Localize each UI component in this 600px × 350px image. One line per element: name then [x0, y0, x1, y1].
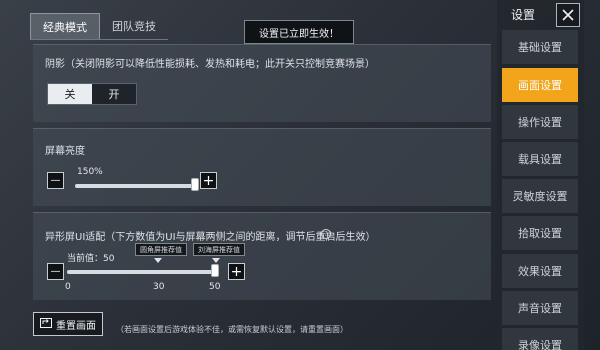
notch-tick-max: 50 — [209, 282, 221, 292]
brightness-label: 屏幕亮度 — [45, 146, 85, 157]
tab-classic-mode[interactable]: 经典模式 — [30, 13, 100, 39]
close-button[interactable] — [556, 3, 580, 27]
notch-tick-mid: 30 — [153, 282, 165, 292]
notch-screen-marker-icon — [212, 258, 220, 263]
sidebar-item-effects[interactable]: 效果设置 — [502, 254, 578, 288]
rounded-screen-recommend-label: 圆角屏推荐值 — [135, 243, 187, 256]
brightness-increase-button[interactable]: + — [200, 172, 217, 189]
notch-slider-track[interactable] — [67, 270, 215, 274]
shadow-toggle: 关 开 — [47, 83, 137, 105]
notch-slider-thumb[interactable] — [211, 264, 219, 277]
notch-decrease-button[interactable]: — — [47, 263, 64, 280]
shadow-label: 阴影（关闭阴影可以降低性能损耗、发热和耗电；此开关只控制竞赛场景） — [45, 59, 375, 70]
notch-slider-fill — [67, 270, 215, 274]
settings-screen: 经典模式 团队竞技 设置已立即生效！ 阴影（关闭阴影可以降低性能损耗、发热和耗电… — [0, 0, 600, 350]
plus-icon: + — [202, 172, 215, 189]
reset-display-button[interactable]: 重置画面 — [33, 312, 103, 336]
reset-icon — [40, 317, 52, 331]
brightness-slider-track[interactable] — [75, 184, 197, 188]
notch-tick-min: 0 — [65, 282, 71, 292]
close-icon — [562, 9, 574, 21]
sidebar-item-sensitivity[interactable]: 灵敏度设置 — [502, 179, 578, 213]
shadow-on-option[interactable]: 开 — [92, 84, 136, 104]
notch-adaptation-panel: 异形屏UI适配（下方数值为UI与屏幕两侧之间的距离，调节后重启后生效） ? 当前… — [33, 212, 491, 300]
notch-current-value: 当前值：50 — [67, 254, 115, 264]
brightness-value: 150% — [77, 167, 103, 177]
reset-display-label: 重置画面 — [56, 320, 96, 332]
shadow-panel: 阴影（关闭阴影可以降低性能损耗、发热和耗电；此开关只控制竞赛场景） 关 开 — [33, 44, 491, 122]
reset-note: （若画面设置后游戏体验不佳，或需恢复默认设置，请重置画面） — [116, 325, 348, 334]
minus-icon: — — [50, 174, 61, 186]
sidebar-item-sound[interactable]: 声音设置 — [502, 291, 578, 325]
sidebar-item-basic[interactable]: 基础设置 — [502, 30, 578, 64]
mode-tabs: 经典模式 团队竞技 — [30, 8, 168, 40]
sidebar-item-display[interactable]: 画面设置 — [502, 68, 578, 102]
minus-icon: — — [50, 265, 61, 277]
rounded-screen-marker-icon — [154, 258, 162, 263]
brightness-slider-thumb[interactable] — [190, 178, 199, 191]
brightness-panel: 屏幕亮度 150% — + — [33, 128, 491, 206]
shadow-off-option[interactable]: 关 — [48, 84, 92, 104]
sidebar-item-pickup[interactable]: 拾取设置 — [502, 216, 578, 250]
brightness-slider-fill — [75, 184, 195, 188]
tab-team-battle[interactable]: 团队竞技 — [100, 13, 168, 39]
brightness-decrease-button[interactable]: — — [47, 172, 64, 189]
sidebar-item-vehicle[interactable]: 载具设置 — [502, 142, 578, 176]
notch-screen-recommend-label: 刘海屏推荐值 — [193, 243, 245, 256]
plus-icon: + — [230, 263, 243, 280]
notch-increase-button[interactable]: + — [228, 263, 245, 280]
sidebar-title: 设置 — [511, 8, 536, 22]
help-icon[interactable]: ? — [321, 229, 331, 239]
sidebar-item-replay[interactable]: 录像设置 — [502, 328, 578, 350]
settings-applied-toast: 设置已立即生效！ — [244, 20, 354, 44]
sidebar-item-controls[interactable]: 操作设置 — [502, 105, 578, 139]
